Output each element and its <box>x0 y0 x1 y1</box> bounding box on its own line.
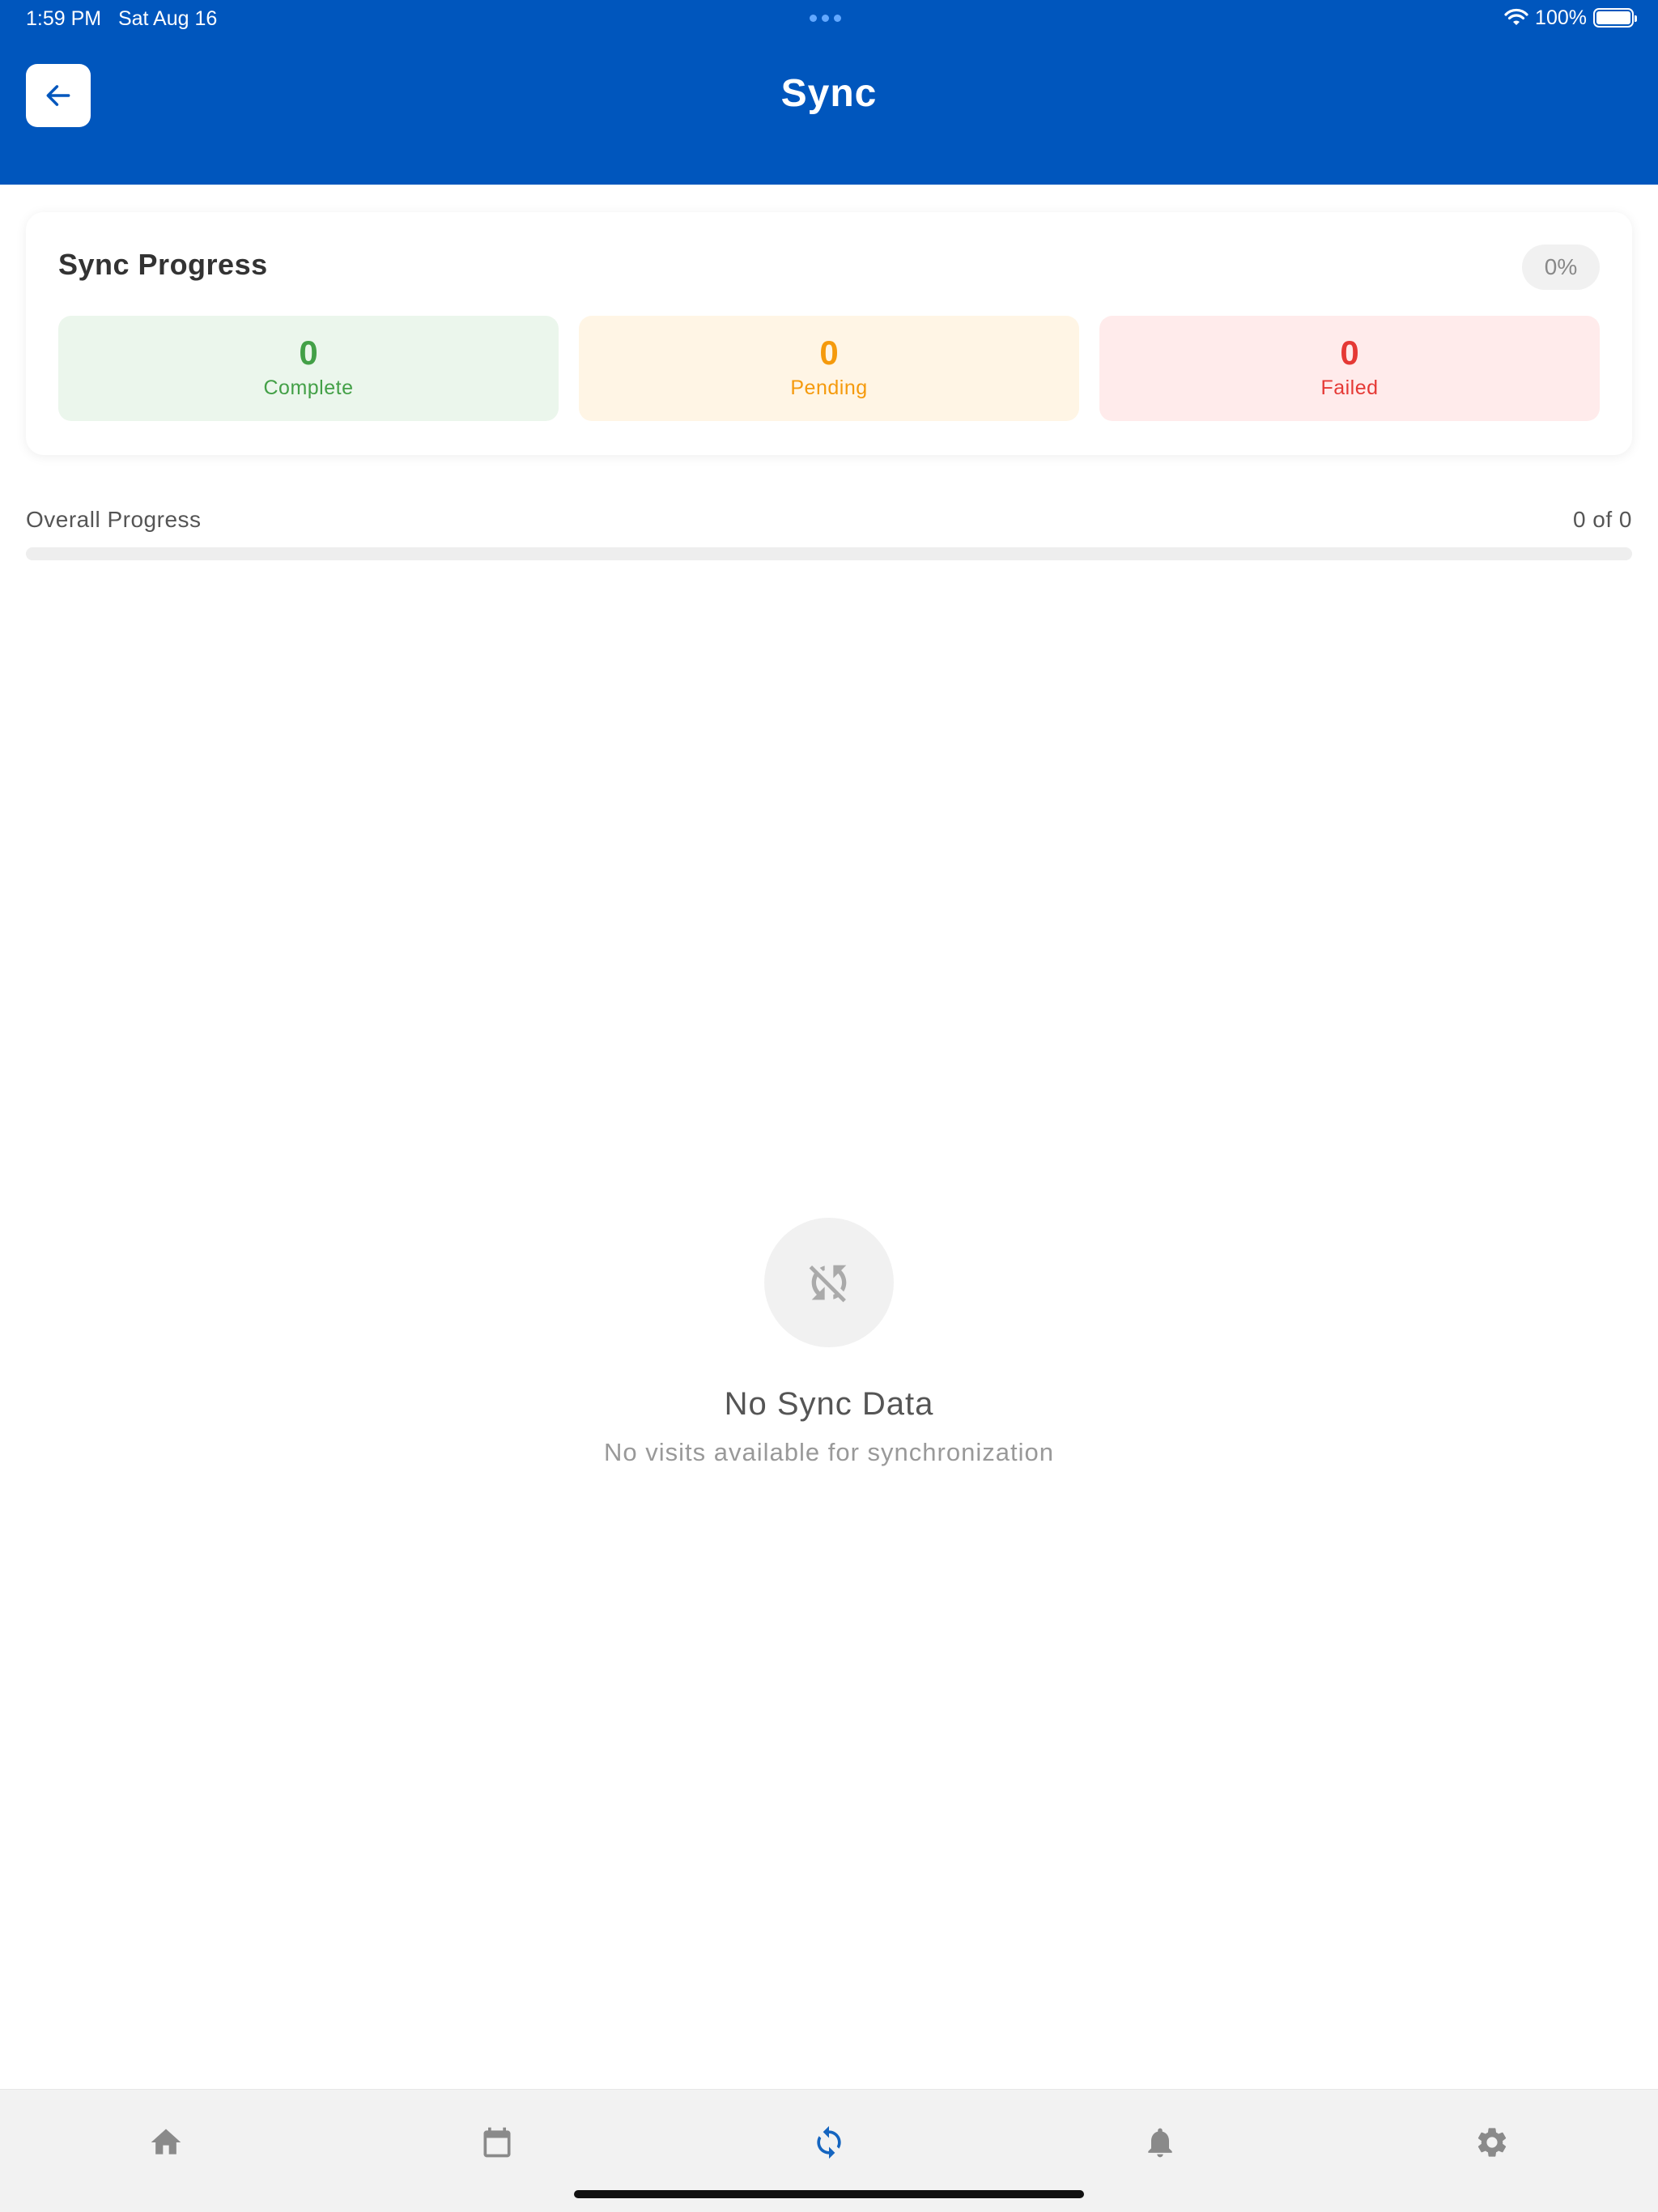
gear-icon <box>1477 2128 1507 2157</box>
empty-state-icon-circle <box>764 1218 894 1347</box>
status-indicators: 100% <box>1504 5 1637 31</box>
battery-icon <box>1593 8 1637 28</box>
empty-state-title: No Sync Data <box>724 1386 934 1422</box>
card-title: Sync Progress <box>58 248 268 281</box>
status-date: Sat Aug 16 <box>117 7 218 30</box>
overall-progress-bar <box>26 547 1632 560</box>
status-time: 1:59 PM Sat Aug 16 <box>26 6 217 31</box>
app-header: 1:59 PM Sat Aug 16 100% Sync <box>0 0 1658 185</box>
battery-percent: 100% <box>1535 6 1587 29</box>
sync-progress-card: Sync Progress 0% 0 Complete 0 Pending 0 … <box>26 212 1632 455</box>
tab-calendar[interactable] <box>469 2114 525 2171</box>
empty-state-subtitle: No visits available for synchronization <box>604 1438 1054 1466</box>
overall-progress-count: 0 of 0 <box>1572 507 1632 532</box>
stat-complete-label: Complete <box>263 376 354 399</box>
status-clock: 1:59 PM <box>26 7 102 30</box>
stat-complete-value: 0 <box>299 334 318 372</box>
tab-settings[interactable] <box>1464 2114 1520 2171</box>
page-title: Sync <box>780 72 878 115</box>
tab-sync[interactable] <box>801 2114 857 2171</box>
home-icon <box>151 2129 181 2155</box>
sync-disabled-icon <box>809 1265 847 1303</box>
bell-icon <box>1148 2128 1172 2158</box>
wifi-icon <box>1504 8 1528 25</box>
stat-complete: 0 Complete <box>58 316 559 421</box>
stat-pending-label: Pending <box>790 376 868 399</box>
tab-home[interactable] <box>138 2114 194 2171</box>
stat-failed-value: 0 <box>1340 334 1359 372</box>
stat-pending-value: 0 <box>819 334 839 372</box>
overall-progress-label: Overall Progress <box>26 507 202 532</box>
calendar-icon <box>483 2127 511 2158</box>
stat-failed-label: Failed <box>1320 376 1379 399</box>
home-indicator[interactable] <box>574 2190 1084 2198</box>
sync-icon <box>817 2125 841 2159</box>
percent-badge: 0% <box>1522 245 1600 290</box>
stat-pending: 0 Pending <box>579 316 1079 421</box>
tab-notifications[interactable] <box>1132 2114 1188 2171</box>
stat-failed: 0 Failed <box>1099 316 1600 421</box>
multitasking-dots[interactable] <box>810 15 841 22</box>
